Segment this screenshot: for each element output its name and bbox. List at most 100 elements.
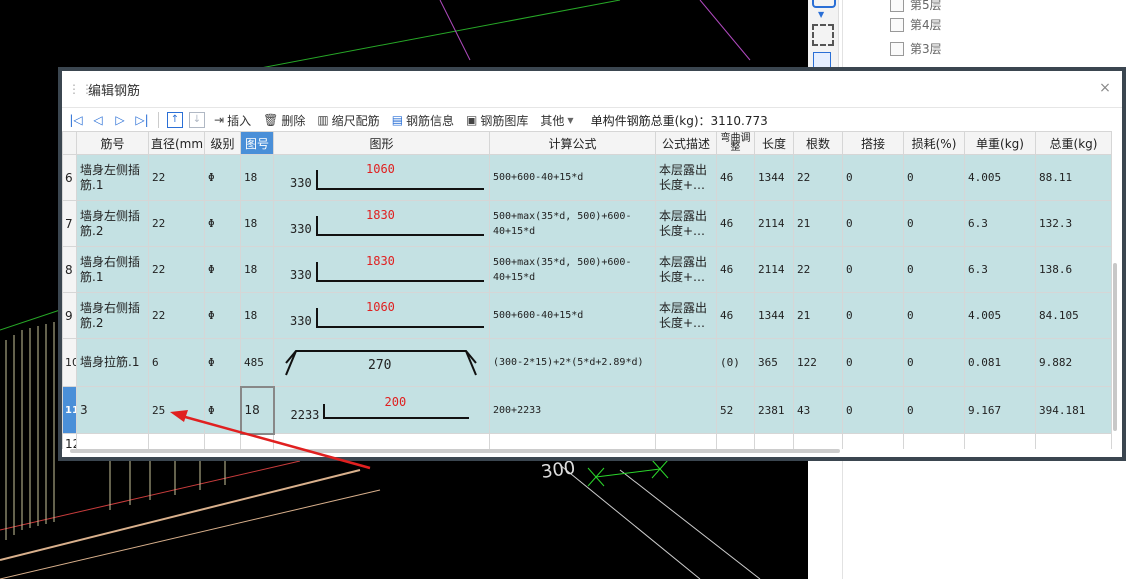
total-weight-cell[interactable]: 394.181: [1035, 386, 1112, 434]
lap-cell[interactable]: 0: [842, 338, 904, 387]
dialog-titlebar[interactable]: ⋮⋮ 编辑钢筋: [62, 71, 1122, 108]
row-number[interactable]: 11: [62, 386, 77, 434]
unit-weight-cell[interactable]: 6.3: [964, 246, 1036, 293]
drag-grip-icon[interactable]: ⋮⋮: [68, 83, 93, 95]
loss-cell[interactable]: 0: [903, 338, 965, 387]
count-cell[interactable]: 22: [793, 154, 843, 201]
table-row[interactable]: 8 墙身右侧插筋.1 22 Φ 18 330 1830 500+max(35*d…: [62, 246, 1112, 293]
row-number[interactable]: 9: [62, 292, 77, 339]
header-cell[interactable]: 图形: [273, 131, 490, 155]
formula-desc-cell[interactable]: 本层露出长度+…: [655, 154, 717, 201]
shape-cell[interactable]: 330 1830: [273, 246, 490, 293]
header-cell[interactable]: 单重(kg): [964, 131, 1036, 155]
chevron-down-icon[interactable]: ▼: [818, 10, 824, 19]
bar-name-cell[interactable]: 墙身左侧插筋.2: [76, 200, 149, 247]
formula-desc-cell[interactable]: 本层露出长度+…: [655, 292, 717, 339]
header-cell[interactable]: 搭接: [842, 131, 904, 155]
header-cell-selected[interactable]: 图号: [240, 131, 274, 155]
rebar-library-button[interactable]: ▣ 钢筋图库: [463, 110, 531, 130]
formula-desc-cell[interactable]: 本层露出长度+…: [655, 200, 717, 247]
formula-desc-cell[interactable]: [655, 386, 717, 434]
diameter-cell[interactable]: 6: [148, 338, 205, 387]
lap-cell[interactable]: 0: [842, 246, 904, 293]
length-cell[interactable]: 1344: [754, 292, 794, 339]
diameter-cell[interactable]: 22: [148, 292, 205, 339]
formula-cell[interactable]: 500+max(35*d, 500)+600-40+15*d: [489, 246, 656, 293]
checkbox[interactable]: [890, 0, 904, 12]
view-cube-icon[interactable]: [812, 0, 836, 8]
bend-adjust-cell[interactable]: 46: [716, 200, 755, 247]
figure-number-cell-active[interactable]: 18: [239, 385, 275, 435]
total-weight-cell[interactable]: 88.11: [1035, 154, 1112, 201]
header-cell[interactable]: 根数: [793, 131, 843, 155]
lap-cell[interactable]: 0: [842, 292, 904, 339]
shape-cell[interactable]: 330 1060: [273, 292, 490, 339]
formula-cell[interactable]: (300-2*15)+2*(5*d+2.89*d): [489, 338, 656, 387]
lap-cell[interactable]: 0: [842, 200, 904, 247]
vertical-scrollbar[interactable]: [1112, 131, 1118, 437]
grade-cell[interactable]: Φ: [204, 246, 241, 293]
formula-cell[interactable]: 500+600-40+15*d: [489, 292, 656, 339]
bar-name-cell[interactable]: 墙身右侧插筋.2: [76, 292, 149, 339]
table-row-selected[interactable]: 11 3 25 Φ 18 2233 200 200+2233: [62, 385, 1112, 435]
grade-cell[interactable]: Φ: [204, 292, 241, 339]
length-cell[interactable]: 365: [754, 338, 794, 387]
unit-weight-cell[interactable]: 4.005: [964, 154, 1036, 201]
total-weight-cell[interactable]: 84.105: [1035, 292, 1112, 339]
formula-desc-cell[interactable]: 本层露出长度+…: [655, 246, 717, 293]
header-cell[interactable]: 筋号: [76, 131, 149, 155]
scale-rebar-button[interactable]: ▥ 缩尺配筋: [314, 110, 382, 130]
bar-name-cell[interactable]: 墙身左侧插筋.1: [76, 154, 149, 201]
row-number[interactable]: 6: [62, 154, 77, 201]
grade-cell[interactable]: Φ: [204, 338, 241, 387]
table-row[interactable]: 7 墙身左侧插筋.2 22 Φ 18 330 1830 500+max(35*d…: [62, 200, 1112, 247]
header-cell[interactable]: 直径(mm): [148, 131, 205, 155]
row-number[interactable]: 7: [62, 200, 77, 247]
figure-number-cell[interactable]: 18: [240, 154, 274, 201]
close-icon[interactable]: ×: [1098, 81, 1112, 95]
rebar-info-button[interactable]: ▤ 钢筋信息: [389, 110, 457, 130]
header-cell[interactable]: [62, 131, 77, 155]
lap-cell[interactable]: 0: [842, 154, 904, 201]
header-cell[interactable]: 弯曲调整: [716, 131, 755, 155]
loss-cell[interactable]: 0: [903, 200, 965, 247]
loss-cell[interactable]: 0: [903, 386, 965, 434]
header-cell[interactable]: 公式描述: [655, 131, 717, 155]
total-weight-cell[interactable]: 132.3: [1035, 200, 1112, 247]
figure-number-cell[interactable]: 18: [240, 246, 274, 293]
shape-cell[interactable]: 330 1830: [273, 200, 490, 247]
zoom-extent-icon[interactable]: [812, 24, 834, 46]
header-cell[interactable]: 计算公式: [489, 131, 656, 155]
shape-cell[interactable]: 330 1060: [273, 154, 490, 201]
diameter-cell[interactable]: 25: [148, 386, 205, 434]
loss-cell[interactable]: 0: [903, 154, 965, 201]
unit-weight-cell[interactable]: 0.081: [964, 338, 1036, 387]
floor-item[interactable]: 第3层: [890, 40, 942, 57]
table-row[interactable]: 9 墙身右侧插筋.2 22 Φ 18 330 1060 500+600-40+1…: [62, 292, 1112, 339]
count-cell[interactable]: 122: [793, 338, 843, 387]
grade-cell[interactable]: Φ: [204, 154, 241, 201]
header-cell[interactable]: 总重(kg): [1035, 131, 1112, 155]
checkbox[interactable]: [890, 17, 904, 32]
total-weight-cell[interactable]: 9.882: [1035, 338, 1112, 387]
table-row[interactable]: 10 墙身拉筋.1 6 Φ 485 270 (300-2*15)+2*(5*d+…: [62, 338, 1112, 387]
figure-number-cell[interactable]: 18: [240, 200, 274, 247]
bend-adjust-cell[interactable]: 46: [716, 246, 755, 293]
header-cell[interactable]: 损耗(%): [903, 131, 965, 155]
loss-cell[interactable]: 0: [903, 292, 965, 339]
formula-cell[interactable]: 500+max(35*d, 500)+600-40+15*d: [489, 200, 656, 247]
row-number[interactable]: 10: [62, 338, 77, 387]
move-down-icon[interactable]: ↓: [189, 112, 205, 128]
loss-cell[interactable]: 0: [903, 246, 965, 293]
diameter-cell[interactable]: 22: [148, 246, 205, 293]
shape-cell[interactable]: 2233 200: [273, 386, 490, 434]
unit-weight-cell[interactable]: 9.167: [964, 386, 1036, 434]
shape-cell[interactable]: 270: [273, 338, 490, 387]
length-cell[interactable]: 2114: [754, 200, 794, 247]
lap-cell[interactable]: 0: [842, 386, 904, 434]
scroll-thumb[interactable]: [70, 449, 840, 453]
row-number[interactable]: 8: [62, 246, 77, 293]
grade-cell[interactable]: Φ: [204, 386, 241, 434]
length-cell[interactable]: 2114: [754, 246, 794, 293]
formula-cell[interactable]: 200+2233: [489, 386, 656, 434]
